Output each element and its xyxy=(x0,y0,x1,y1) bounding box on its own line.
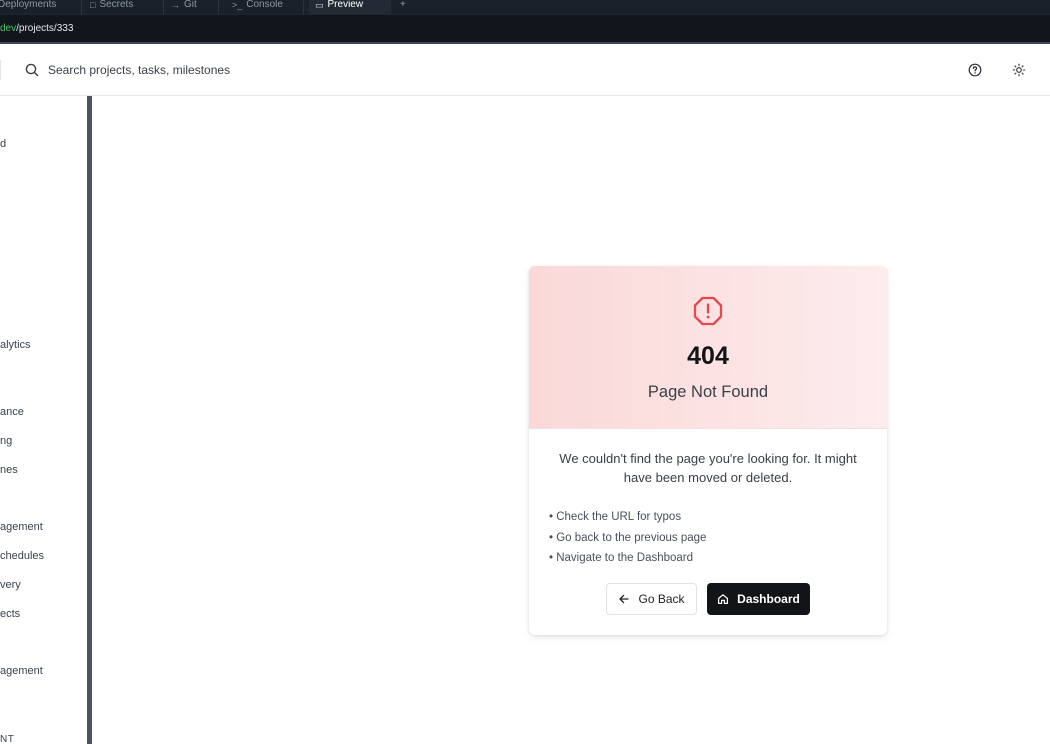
home-icon xyxy=(718,594,729,604)
tab-deployments[interactable]: Deployments xyxy=(0,0,82,14)
sidebar-section-heading: NT xyxy=(0,734,15,744)
plus-icon: + xyxy=(400,0,406,10)
octagon-alert-icon xyxy=(693,296,723,326)
error-code: 404 xyxy=(687,342,729,370)
error-title: Page Not Found xyxy=(647,383,769,401)
error-description: We couldn't find the page you're looking… xyxy=(559,451,857,485)
sidebar-item-projects[interactable]: ects xyxy=(0,608,87,620)
url-text[interactable]: dev/projects/333 xyxy=(0,23,73,34)
monitor-icon: ▭ xyxy=(315,0,324,10)
app-header xyxy=(0,44,1050,96)
sidebar-item[interactable]: ng xyxy=(0,435,87,447)
list-item: • Go back to the previous page xyxy=(549,531,707,544)
help-button[interactable] xyxy=(965,60,985,80)
url-host: dev xyxy=(0,23,17,34)
tab-preview[interactable]: ▭ Preview xyxy=(309,0,391,14)
search-icon xyxy=(25,63,39,77)
sidebar-resize-handle[interactable] xyxy=(87,96,92,744)
sidebar-item-schedules[interactable]: chedules xyxy=(0,550,87,562)
help-circle-icon xyxy=(968,63,982,77)
git-branch-icon: → xyxy=(171,0,180,10)
tab-git[interactable]: → Git xyxy=(171,0,219,14)
theme-toggle-button[interactable] xyxy=(1009,60,1029,80)
search-input[interactable] xyxy=(48,63,238,77)
sidebar: d alytics ance ng nes agement chedules v… xyxy=(0,96,87,744)
dashboard-button[interactable]: Dashboard xyxy=(707,583,810,615)
arrow-left-icon xyxy=(619,594,630,604)
sidebar-item[interactable]: nes xyxy=(0,464,87,476)
new-tab-button[interactable]: + xyxy=(400,0,414,14)
terminal-icon: >_ xyxy=(232,0,243,10)
url-path: /projects/333 xyxy=(16,23,74,34)
header-divider xyxy=(0,60,1,80)
list-item: • Check the URL for typos xyxy=(549,511,682,523)
sun-icon xyxy=(1012,63,1026,77)
tab-secrets[interactable]: □ Secrets xyxy=(90,0,164,14)
sidebar-item[interactable]: agement xyxy=(0,665,87,677)
sidebar-item[interactable]: very xyxy=(0,579,87,591)
card-header: 404 Page Not Found xyxy=(529,266,887,429)
go-back-button[interactable]: Go Back xyxy=(606,583,697,615)
tab-console[interactable]: >_ Console xyxy=(232,0,304,14)
list-item: • Navigate to the Dashboard xyxy=(549,552,694,564)
sidebar-item[interactable]: ance xyxy=(0,406,87,418)
sidebar-item[interactable]: d xyxy=(0,138,87,150)
not-found-card: 404 Page Not Found We couldn't find the … xyxy=(529,266,887,635)
ide-tab-bar: Deployments □ Secrets → Git >_ Console ▭… xyxy=(0,0,1050,14)
suggestions-list: • Check the URL for typos • Go back to t… xyxy=(549,507,869,569)
sidebar-item-analytics[interactable]: alytics xyxy=(0,339,87,351)
lock-icon: □ xyxy=(90,0,96,10)
search-box[interactable] xyxy=(24,58,244,82)
preview-url-bar: dev/projects/333 xyxy=(0,14,1050,44)
sidebar-item[interactable]: agement xyxy=(0,521,87,533)
